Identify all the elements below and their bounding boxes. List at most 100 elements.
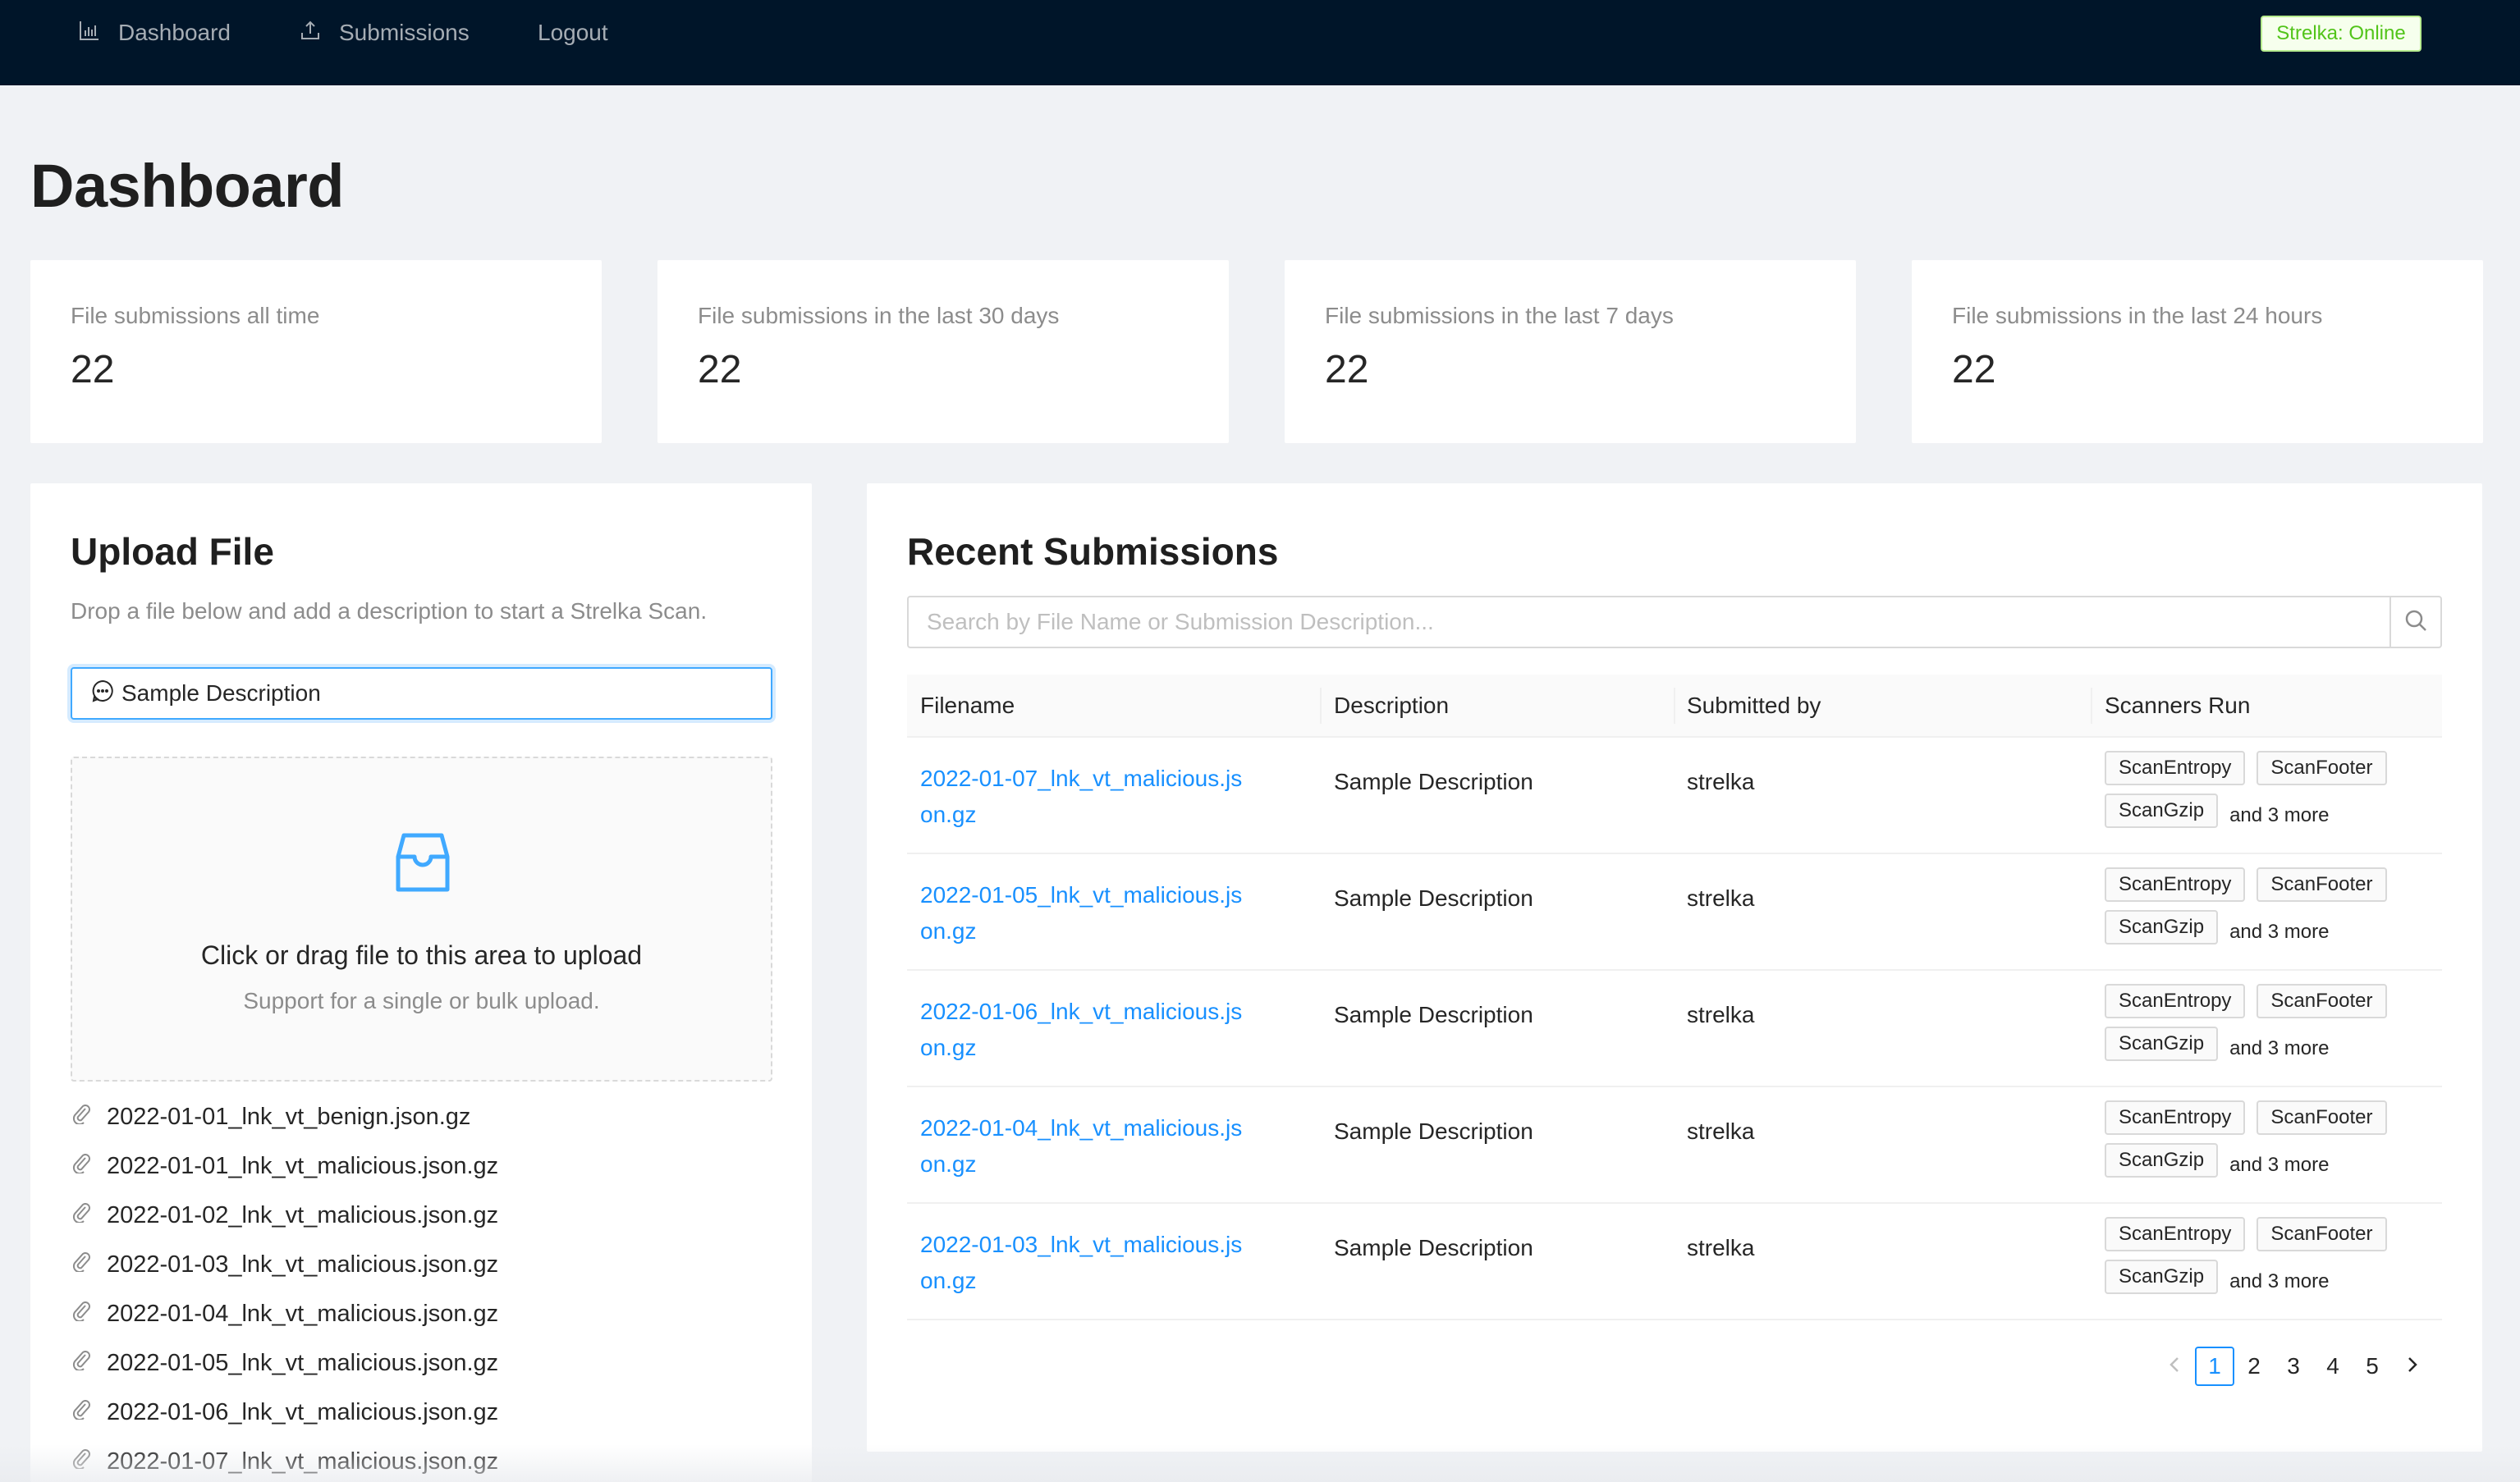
paperclip-icon [71, 1152, 92, 1180]
page-title: Dashboard [30, 152, 345, 220]
scanner-tag: ScanFooter [2257, 867, 2387, 902]
search-button[interactable] [2389, 597, 2440, 647]
nav-item-dashboard[interactable]: Dashboard [79, 0, 231, 66]
scanner-tag: ScanGzip [2105, 1143, 2219, 1178]
submissions-table: Filename Description Submitted by Scanne… [907, 675, 2442, 1320]
stat-label: File submissions all time [71, 303, 320, 328]
paperclip-icon [71, 1349, 92, 1377]
file-item[interactable]: 2022-01-01_lnk_vt_benign.json.gz [71, 1092, 772, 1141]
next-page-button[interactable] [2392, 1347, 2431, 1386]
stat-value: 22 [1952, 348, 1996, 391]
table-row: 2022-01-07_lnk_vt_malicious.json.gz Samp… [907, 738, 2442, 854]
submission-user: strelka [1687, 769, 1755, 794]
column-header-scanners-run[interactable]: Scanners Run [2105, 693, 2250, 719]
scanner-tag: ScanGzip [2105, 794, 2219, 828]
upload-dropzone[interactable]: Click or drag file to this area to uploa… [71, 757, 772, 1082]
chevron-left-icon [2166, 1353, 2184, 1379]
chevron-right-icon [2403, 1353, 2421, 1379]
submission-user: strelka [1687, 1235, 1755, 1260]
stat-card-24-hours: File submissions in the last 24 hours 22 [1912, 260, 2483, 443]
page-button-4[interactable]: 4 [2313, 1347, 2353, 1386]
scanner-tag: ScanEntropy [2105, 1217, 2246, 1251]
stat-value: 22 [71, 348, 115, 391]
scanner-tag: ScanFooter [2257, 751, 2387, 785]
file-item[interactable]: 2022-01-02_lnk_vt_malicious.json.gz [71, 1191, 772, 1240]
nav-item-submissions[interactable]: Submissions [300, 0, 470, 66]
paperclip-icon [71, 1398, 92, 1426]
scanners-cell: ScanEntropy ScanFooter ScanGzip and 3 more [2105, 1100, 2433, 1186]
inbox-icon [392, 832, 454, 894]
search-input[interactable] [909, 597, 2389, 647]
file-item[interactable]: 2022-01-01_lnk_vt_malicious.json.gz [71, 1141, 772, 1191]
scanners-cell: ScanEntropy ScanFooter ScanGzip and 3 more [2105, 751, 2433, 836]
submission-description: Sample Description [1334, 1235, 1533, 1260]
uploaded-file-list: 2022-01-01_lnk_vt_benign.json.gz 2022-01… [71, 1092, 772, 1482]
dropzone-text: Click or drag file to this area to uploa… [200, 940, 643, 970]
file-name: 2022-01-01_lnk_vt_malicious.json.gz [107, 1152, 499, 1179]
column-divider [1674, 688, 1675, 724]
submission-filename-link[interactable]: 2022-01-04_lnk_vt_malicious.json.gz [920, 1110, 1249, 1182]
file-item[interactable]: 2022-01-07_lnk_vt_malicious.json.gz [71, 1437, 772, 1482]
recent-submissions-panel: Recent Submissions Filename Description … [867, 483, 2482, 1452]
bar-chart-icon [79, 20, 100, 47]
file-item[interactable]: 2022-01-05_lnk_vt_malicious.json.gz [71, 1338, 772, 1388]
upload-hint: Drop a file below and add a description … [71, 598, 708, 624]
description-input[interactable]: Sample Description [71, 667, 772, 720]
table-row: 2022-01-03_lnk_vt_malicious.json.gz Samp… [907, 1204, 2442, 1320]
stat-card-all-time: File submissions all time 22 [30, 260, 602, 443]
scanner-tag: ScanFooter [2257, 984, 2387, 1018]
stat-label: File submissions in the last 30 days [698, 303, 1060, 328]
submission-user: strelka [1687, 1118, 1755, 1144]
nav-label: Dashboard [118, 20, 231, 45]
upload-panel: Upload File Drop a file below and add a … [30, 483, 812, 1482]
file-name: 2022-01-05_lnk_vt_malicious.json.gz [107, 1349, 499, 1376]
submission-user: strelka [1687, 885, 1755, 911]
table-row: 2022-01-04_lnk_vt_malicious.json.gz Samp… [907, 1087, 2442, 1204]
prev-page-button[interactable] [2156, 1347, 2195, 1386]
more-scanners-text: and 3 more [2229, 804, 2330, 826]
submission-description: Sample Description [1334, 1118, 1533, 1144]
stat-label: File submissions in the last 7 days [1325, 303, 1674, 328]
submission-filename-link[interactable]: 2022-01-06_lnk_vt_malicious.json.gz [920, 994, 1249, 1066]
submission-filename-link[interactable]: 2022-01-05_lnk_vt_malicious.json.gz [920, 877, 1249, 949]
file-item[interactable]: 2022-01-04_lnk_vt_malicious.json.gz [71, 1289, 772, 1338]
scanner-tag: ScanFooter [2257, 1217, 2387, 1251]
submission-filename-link[interactable]: 2022-01-03_lnk_vt_malicious.json.gz [920, 1227, 1249, 1299]
submission-search [907, 596, 2442, 648]
pagination: 1 2 3 4 5 [2156, 1347, 2431, 1386]
scanners-cell: ScanEntropy ScanFooter ScanGzip and 3 more [2105, 984, 2433, 1069]
file-name: 2022-01-07_lnk_vt_malicious.json.gz [107, 1448, 499, 1475]
search-icon [2403, 608, 2428, 637]
page-button-5[interactable]: 5 [2353, 1347, 2392, 1386]
paperclip-icon [71, 1251, 92, 1278]
scanner-tag: ScanEntropy [2105, 1100, 2246, 1135]
submission-description: Sample Description [1334, 769, 1533, 794]
file-item[interactable]: 2022-01-03_lnk_vt_malicious.json.gz [71, 1240, 772, 1289]
file-item[interactable]: 2022-01-06_lnk_vt_malicious.json.gz [71, 1388, 772, 1437]
file-name: 2022-01-04_lnk_vt_malicious.json.gz [107, 1300, 499, 1327]
scanners-cell: ScanEntropy ScanFooter ScanGzip and 3 more [2105, 867, 2433, 953]
table-row: 2022-01-05_lnk_vt_malicious.json.gz Samp… [907, 854, 2442, 971]
submissions-title: Recent Submissions [907, 530, 1279, 573]
scanner-tag: ScanFooter [2257, 1100, 2387, 1135]
submission-filename-link[interactable]: 2022-01-07_lnk_vt_malicious.json.gz [920, 761, 1249, 833]
page-button-3[interactable]: 3 [2274, 1347, 2313, 1386]
more-scanners-text: and 3 more [2229, 1037, 2330, 1059]
paperclip-icon [71, 1201, 92, 1229]
upload-title: Upload File [71, 530, 274, 573]
stat-value: 22 [698, 348, 742, 391]
file-name: 2022-01-01_lnk_vt_benign.json.gz [107, 1103, 471, 1130]
paperclip-icon [71, 1448, 92, 1475]
column-header-description[interactable]: Description [1334, 693, 1449, 719]
column-header-filename[interactable]: Filename [920, 693, 1015, 719]
nav-item-logout[interactable]: Logout [538, 0, 608, 66]
table-row: 2022-01-06_lnk_vt_malicious.json.gz Samp… [907, 971, 2442, 1087]
dropzone-hint: Support for a single or bulk upload. [243, 988, 600, 1013]
more-scanners-text: and 3 more [2229, 921, 2330, 943]
page-button-1[interactable]: 1 [2195, 1347, 2234, 1386]
submission-user: strelka [1687, 1002, 1755, 1027]
table-header: Filename Description Submitted by Scanne… [907, 675, 2442, 738]
scanner-tag: ScanEntropy [2105, 984, 2246, 1018]
column-header-submitted-by[interactable]: Submitted by [1687, 693, 1821, 719]
page-button-2[interactable]: 2 [2234, 1347, 2274, 1386]
